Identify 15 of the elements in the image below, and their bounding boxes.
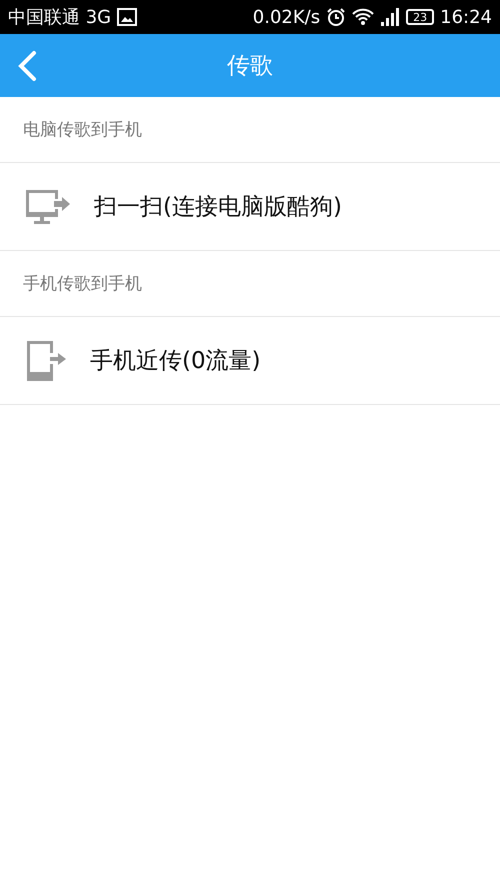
network-speed: 0.02K/s bbox=[252, 6, 320, 28]
clock: 16:24 bbox=[440, 6, 492, 28]
page-title: 传歌 bbox=[227, 52, 273, 81]
computer-arrow-icon bbox=[24, 188, 72, 226]
section-header: 手机传歌到手机 bbox=[23, 273, 142, 295]
alarm-icon bbox=[326, 7, 346, 27]
tablet-arrow-icon bbox=[24, 338, 68, 382]
image-icon bbox=[117, 8, 138, 26]
signal-icon bbox=[380, 8, 400, 26]
wifi-icon bbox=[352, 8, 374, 26]
carrier-text: 中国联通 3G bbox=[8, 6, 112, 29]
menu-item[interactable]: 扫一扫(连接电脑版酷狗) bbox=[0, 163, 500, 251]
section-header: 电脑传歌到手机 bbox=[23, 119, 142, 141]
battery-level: 23 bbox=[406, 9, 434, 25]
menu-item[interactable]: 手机近传(0流量) bbox=[0, 317, 500, 405]
